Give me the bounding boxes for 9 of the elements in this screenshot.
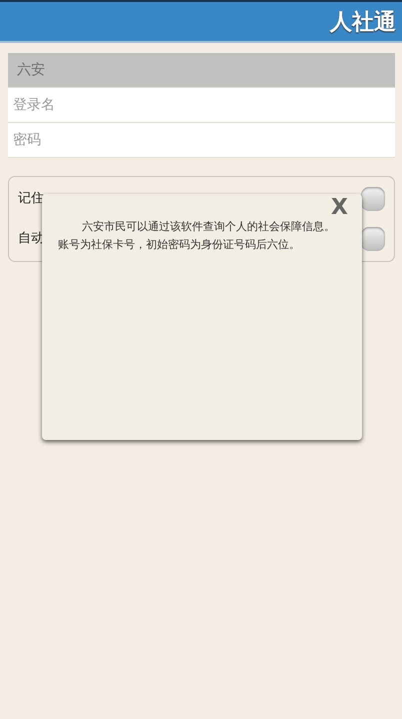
app-title: 人社通 — [330, 9, 397, 37]
toggle-switch[interactable] — [361, 187, 385, 211]
password-field[interactable]: 密码 — [8, 123, 395, 158]
option-label: 记住 — [18, 190, 44, 208]
username-field[interactable]: 登录名 — [8, 88, 395, 123]
info-message: 六安市民可以通过该软件查询个人的社会保障信息。账号为社保卡号，初始密码为身份证号码后六位。 — [58, 219, 336, 253]
close-button[interactable]: X — [331, 196, 348, 220]
toggle-switch[interactable] — [361, 227, 385, 251]
city-select[interactable]: 六安 — [8, 53, 395, 88]
